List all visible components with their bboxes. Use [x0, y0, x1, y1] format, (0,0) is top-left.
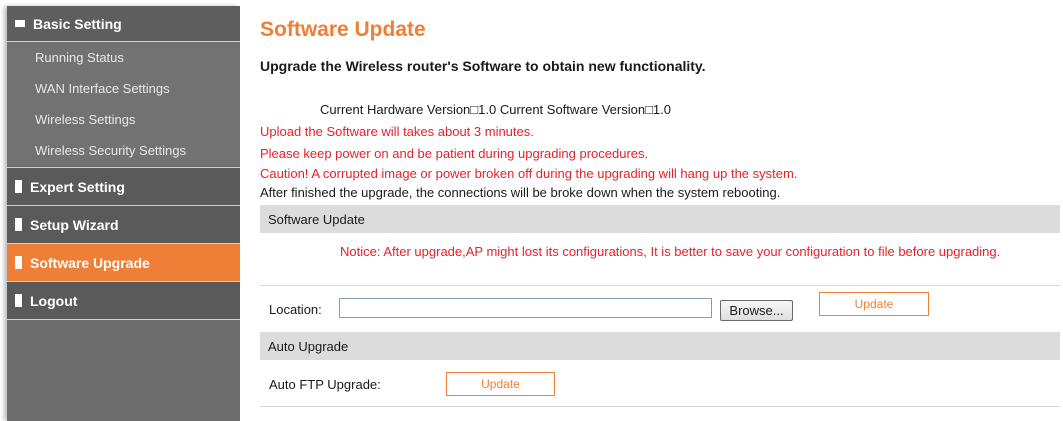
bullet-icon — [15, 256, 22, 269]
page-title: Software Update — [260, 18, 426, 41]
sidebar-item-label: Basic Setting — [33, 15, 122, 32]
update-button[interactable]: Update — [819, 292, 929, 316]
auto-update-button[interactable]: Update — [446, 372, 555, 396]
info-text: After finished the upgrade, the connecti… — [260, 185, 781, 200]
sidebar-item-label: Software Upgrade — [30, 254, 150, 271]
divider — [260, 406, 1060, 407]
browse-button[interactable]: Browse... — [720, 300, 793, 321]
location-input[interactable] — [339, 298, 712, 318]
sidebar: Basic Setting Running Status WAN Interfa… — [7, 6, 240, 421]
sidebar-item-setup-wizard[interactable]: Setup Wizard — [7, 206, 240, 244]
sidebar-item-running-status[interactable]: Running Status — [7, 42, 240, 73]
bullet-icon — [15, 218, 22, 231]
warning-text: Caution! A corrupted image or power brok… — [260, 166, 798, 181]
divider — [260, 285, 1060, 286]
sidebar-item-wireless-security-settings[interactable]: Wireless Security Settings — [7, 135, 240, 166]
sidebar-item-label: Expert Setting — [30, 178, 125, 195]
router-admin-page: Basic Setting Running Status WAN Interfa… — [0, 0, 1063, 421]
sidebar-item-expert-setting[interactable]: Expert Setting — [7, 168, 240, 206]
sidebar-item-wireless-settings[interactable]: Wireless Settings — [7, 104, 240, 135]
sidebar-item-basic-setting[interactable]: Basic Setting — [7, 6, 240, 42]
auto-ftp-label: Auto FTP Upgrade: — [269, 377, 381, 392]
notice-text: Notice: After upgrade,AP might lost its … — [340, 244, 1001, 259]
bullet-icon — [15, 180, 22, 193]
location-label: Location: — [269, 302, 322, 317]
sidebar-item-logout[interactable]: Logout — [7, 282, 240, 320]
warning-text: Please keep power on and be patient duri… — [260, 146, 649, 161]
sidebar-item-wan-interface-settings[interactable]: WAN Interface Settings — [7, 73, 240, 104]
warning-text: Upload the Software will takes about 3 m… — [260, 124, 534, 139]
bullet-icon — [15, 20, 25, 27]
page-subtitle: Upgrade the Wireless router's Software t… — [260, 58, 706, 74]
version-info: Current Hardware Version□1.0 Current Sof… — [320, 102, 671, 117]
sidebar-item-software-upgrade[interactable]: Software Upgrade — [7, 244, 240, 282]
section-header-software-update: Software Update — [260, 205, 1060, 233]
bullet-icon — [15, 294, 22, 307]
basic-setting-submenu: Running Status WAN Interface Settings Wi… — [7, 42, 240, 168]
sidebar-item-label: Setup Wizard — [30, 216, 119, 233]
section-header-auto-upgrade: Auto Upgrade — [260, 332, 1060, 360]
sidebar-item-label: Logout — [30, 292, 78, 309]
